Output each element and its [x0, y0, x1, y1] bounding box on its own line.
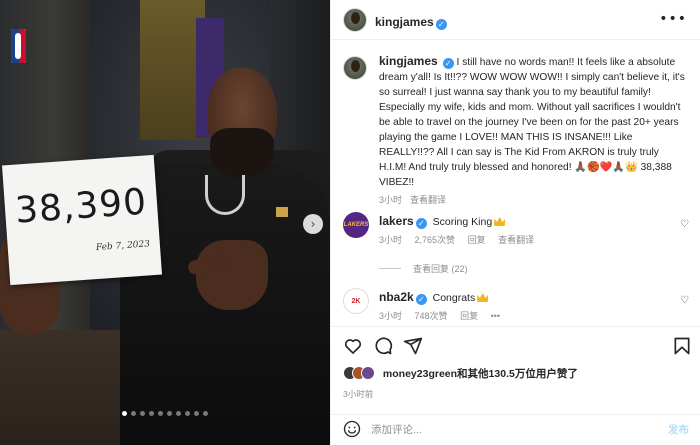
- carousel-dots: [0, 411, 330, 416]
- post-button[interactable]: 发布: [668, 422, 689, 437]
- comment-text: Congrats: [432, 292, 476, 304]
- more-horizontal-icon[interactable]: •••: [491, 311, 500, 321]
- caption-username[interactable]: kingjames: [379, 54, 438, 68]
- chevron-right-icon[interactable]: ›: [303, 214, 323, 234]
- action-bar: [331, 326, 700, 362]
- translate-link[interactable]: 查看翻译: [498, 235, 534, 245]
- verified-badge-icon: ✓: [442, 58, 454, 69]
- sign-date: Feb 7, 2023: [95, 239, 151, 254]
- nba-logo: [11, 29, 26, 63]
- comment-text: Scoring King: [432, 216, 493, 228]
- likes-user[interactable]: money23green: [383, 368, 457, 380]
- verified-badge-icon: ✓: [415, 294, 427, 305]
- comment-body: nba2k ✓ Congrats: [379, 290, 489, 305]
- post-time: 3小时前: [343, 389, 374, 399]
- emoji-icon[interactable]: [343, 420, 361, 438]
- more-horizontal-icon[interactable]: •••: [659, 11, 687, 27]
- carousel-dot[interactable]: [203, 411, 208, 416]
- carousel-dot[interactable]: [122, 411, 127, 416]
- avatar: [361, 366, 375, 380]
- post-photo[interactable]: 38,390 Feb 7, 2023 ›: [0, 0, 330, 445]
- header-username[interactable]: kingjames: [375, 15, 434, 29]
- post-header: kingjames ✓ •••: [331, 0, 700, 40]
- comment-time: 3小时: [379, 311, 403, 321]
- person-hand: [196, 240, 268, 310]
- reply-button[interactable]: 回复: [460, 311, 478, 321]
- avatar[interactable]: 2K: [343, 288, 369, 314]
- add-comment-bar: 发布: [331, 414, 700, 445]
- comment-body: lakers ✓ Scoring King: [379, 214, 506, 229]
- likes-summary[interactable]: money23green和其他130.5万位用户赞了: [343, 366, 578, 381]
- translate-link[interactable]: 查看翻译: [410, 195, 446, 205]
- comment-meta: 3小时 748次赞 回复 •••: [379, 309, 510, 322]
- comment-username[interactable]: lakers: [379, 214, 414, 228]
- carousel-dot[interactable]: [185, 411, 190, 416]
- caption: kingjames ✓ I still have no words man!! I…: [379, 54, 685, 208]
- comment-input[interactable]: [371, 422, 631, 438]
- verified-badge-icon: ✓: [415, 218, 427, 229]
- caption-time: 3小时: [379, 195, 403, 205]
- comment-likes[interactable]: 748次赞: [415, 311, 448, 321]
- post-panel: kingjames ✓ ••• kingjames ✓ I still have n…: [330, 0, 700, 445]
- avatar[interactable]: LAKERS: [343, 212, 369, 238]
- view-replies[interactable]: 查看回复 (22): [379, 262, 468, 275]
- crown-emoji-icon: [477, 293, 489, 302]
- reply-button[interactable]: 回复: [468, 235, 486, 245]
- header-user: kingjames ✓: [375, 13, 447, 31]
- carousel-dot[interactable]: [167, 411, 172, 416]
- likes-text: 和其他130.5万位用户赞了: [457, 368, 578, 380]
- comment-icon[interactable]: [373, 336, 393, 356]
- crown-emoji-icon: [494, 217, 506, 226]
- carousel-dot[interactable]: [176, 411, 181, 416]
- carousel-dot[interactable]: [131, 411, 136, 416]
- comment-likes[interactable]: 2,765次赞: [415, 235, 456, 245]
- heart-icon[interactable]: ♡: [680, 295, 689, 306]
- caption-meta: 3小时 查看翻译: [379, 193, 685, 208]
- person-beard: [210, 128, 274, 178]
- bookmark-icon[interactable]: [672, 336, 692, 356]
- carousel-dot[interactable]: [194, 411, 199, 416]
- send-icon[interactable]: [403, 336, 423, 356]
- carousel-dot[interactable]: [149, 411, 154, 416]
- sign-number: 38,390: [13, 181, 149, 232]
- comment-time: 3小时: [379, 235, 403, 245]
- caption-avatar[interactable]: [343, 56, 367, 80]
- carousel-dot[interactable]: [140, 411, 145, 416]
- handwritten-sign: 38,390 Feb 7, 2023: [1, 154, 163, 286]
- comment-meta: 3小时 2,765次赞 回复 查看翻译: [379, 233, 544, 246]
- comment-username[interactable]: nba2k: [379, 290, 414, 304]
- verified-badge-icon: ✓: [435, 19, 447, 30]
- carousel-dot[interactable]: [158, 411, 163, 416]
- avatar[interactable]: [343, 8, 367, 32]
- lapel-pin: [276, 207, 288, 217]
- necklace: [205, 175, 245, 215]
- caption-text: I still have no words man!! It feels lik…: [379, 57, 685, 188]
- heart-icon[interactable]: [343, 336, 363, 356]
- heart-icon[interactable]: ♡: [680, 219, 689, 230]
